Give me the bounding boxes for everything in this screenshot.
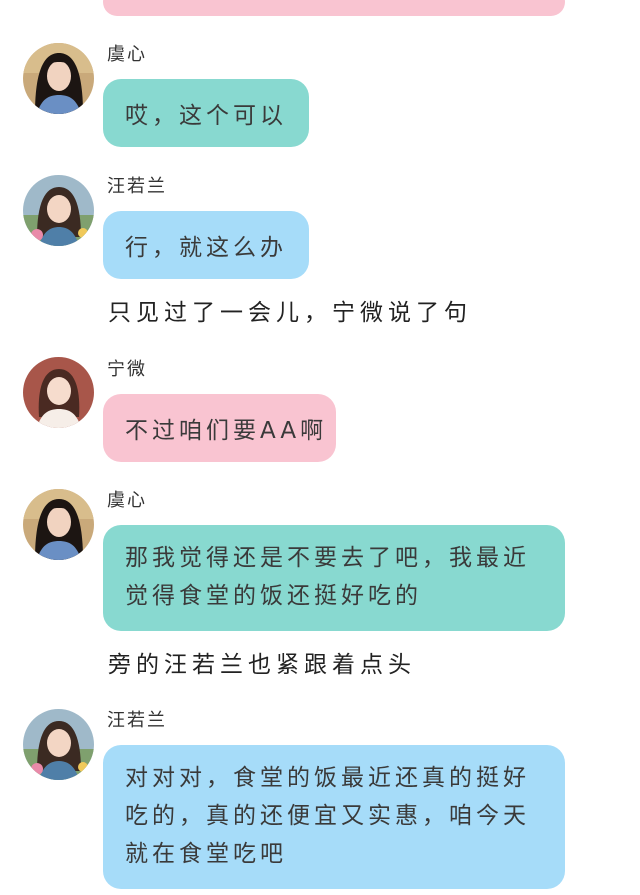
sender-name: 虞心 bbox=[107, 490, 147, 511]
sender-name: 汪若兰 bbox=[107, 710, 167, 731]
sender-name: 汪若兰 bbox=[107, 176, 167, 197]
message-text: 哎，这个可以 bbox=[125, 103, 287, 129]
message-bubble-partial[interactable] bbox=[103, 0, 565, 16]
sender-name: 宁微 bbox=[107, 359, 147, 380]
sender-name: 虞心 bbox=[107, 44, 147, 65]
message-text-line: 就在食堂吃吧 bbox=[125, 841, 287, 867]
message-bubble[interactable]: 对对对，食堂的饭最近还真的挺好 吃的，真的还便宜又实惠，咱今天 就在食堂吃吧 bbox=[103, 745, 565, 889]
message-text-line: 觉得食堂的饭还挺好吃的 bbox=[125, 583, 422, 609]
avatar-wangruolan[interactable] bbox=[23, 175, 94, 246]
avatar-ningwei[interactable] bbox=[23, 357, 94, 428]
message-bubble[interactable]: 行，就这么办 bbox=[103, 211, 309, 279]
avatar-wangruolan[interactable] bbox=[23, 709, 94, 780]
chat-screen: 虞心 哎，这个可以 汪若兰 行，就这么办 只见过了一会儿，宁微说了句 宁微 不过… bbox=[0, 0, 640, 895]
message-bubble[interactable]: 哎，这个可以 bbox=[103, 79, 309, 147]
message-text: 不过咱们要AA啊 bbox=[125, 418, 328, 444]
message-bubble[interactable]: 那我觉得还是不要去了吧，我最近 觉得食堂的饭还挺好吃的 bbox=[103, 525, 565, 631]
message-text-line: 吃的，真的还便宜又实惠，咱今天 bbox=[125, 803, 530, 829]
message-text-line: 那我觉得还是不要去了吧，我最近 bbox=[125, 545, 530, 571]
avatar-yuxin[interactable] bbox=[23, 489, 94, 560]
avatar-yuxin[interactable] bbox=[23, 43, 94, 114]
message-text: 行，就这么办 bbox=[125, 235, 287, 261]
message-text-line: 对对对，食堂的饭最近还真的挺好 bbox=[125, 765, 530, 791]
narration-text: 只见过了一会儿，宁微说了句 bbox=[108, 300, 472, 326]
narration-text: 旁的汪若兰也紧跟着点头 bbox=[108, 652, 416, 678]
message-bubble[interactable]: 不过咱们要AA啊 bbox=[103, 394, 336, 462]
